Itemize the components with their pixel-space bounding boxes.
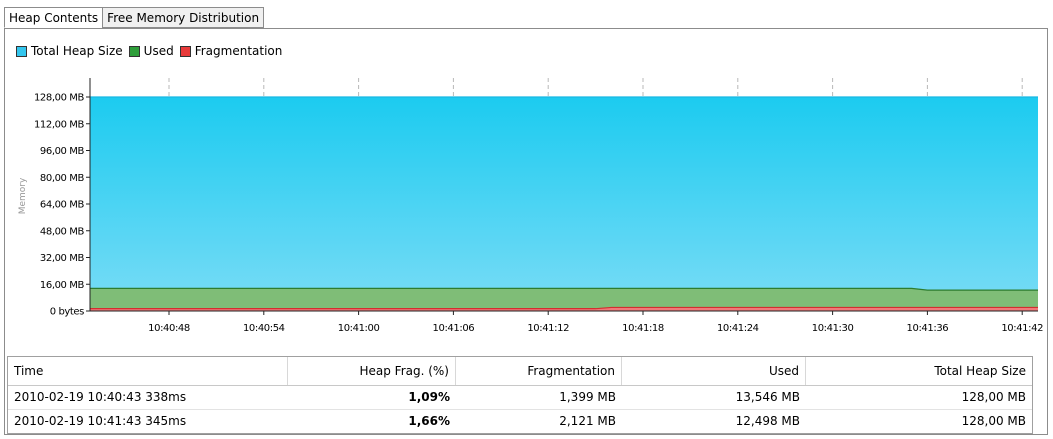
cell-fragmentation: 1,399 MB: [559, 390, 616, 404]
cell-fragmentation: 2,121 MB: [559, 414, 616, 428]
cell-time: 2010-02-19 10:41:43 345ms: [14, 414, 187, 428]
table-row[interactable]: 2010-02-19 10:40:43 338ms 1,09% 1,399 MB…: [8, 386, 1032, 410]
column-header-used[interactable]: Used: [622, 357, 806, 385]
series-area-total-heap-size: [90, 97, 1038, 311]
x-tick-label: 10:41:42: [1001, 323, 1043, 334]
column-header-total-heap-size[interactable]: Total Heap Size: [806, 357, 1032, 385]
x-tick-label: 10:41:36: [907, 323, 949, 334]
cell-heap-frag: 1,09%: [408, 390, 450, 404]
y-tick-label: 112,00 MB: [34, 119, 85, 130]
column-header-time[interactable]: Time: [8, 357, 288, 385]
x-tick-label: 10:41:00: [338, 323, 380, 334]
y-tick-label: 128,00 MB: [34, 93, 85, 104]
y-tick-label: 48,00 MB: [40, 226, 85, 237]
y-tick-label: 0 bytes: [50, 307, 84, 318]
y-axis-title: Memory: [18, 177, 28, 214]
y-tick-label: 16,00 MB: [40, 280, 85, 291]
column-header-heap-frag[interactable]: Heap Frag. (%): [288, 357, 456, 385]
cell-heap-frag: 1,66%: [408, 414, 450, 428]
cell-used: 12,498 MB: [735, 414, 800, 428]
y-tick-label: 64,00 MB: [40, 200, 85, 211]
memory-chart: 0 bytes 16,00 MB 32,00 MB 48,00 MB 64,00 MB 8…: [18, 78, 1043, 334]
x-tick-label: 10:40:54: [243, 323, 285, 334]
table-row[interactable]: 2010-02-19 10:41:43 345ms 1,66% 2,121 MB…: [8, 410, 1032, 433]
cell-time: 2010-02-19 10:40:43 338ms: [14, 390, 187, 404]
heap-data-table: Time Heap Frag. (%) Fragmentation Used T…: [7, 356, 1033, 434]
cell-total-heap-size: 128,00 MB: [961, 390, 1026, 404]
table-header-row: Time Heap Frag. (%) Fragmentation Used T…: [8, 357, 1032, 386]
y-tick-label: 80,00 MB: [40, 173, 85, 184]
x-tick-label: 10:41:18: [622, 323, 664, 334]
x-tick-label: 10:41:12: [527, 323, 569, 334]
y-tick-label: 32,00 MB: [40, 253, 85, 264]
column-header-fragmentation[interactable]: Fragmentation: [456, 357, 622, 385]
cell-used: 13,546 MB: [735, 390, 800, 404]
x-tick-label: 10:40:48: [148, 323, 190, 334]
x-tick-label: 10:41:30: [812, 323, 854, 334]
y-tick-label: 96,00 MB: [40, 146, 85, 157]
cell-total-heap-size: 128,00 MB: [961, 414, 1026, 428]
x-tick-label: 10:41:24: [717, 323, 759, 334]
x-tick-label: 10:41:06: [433, 323, 475, 334]
